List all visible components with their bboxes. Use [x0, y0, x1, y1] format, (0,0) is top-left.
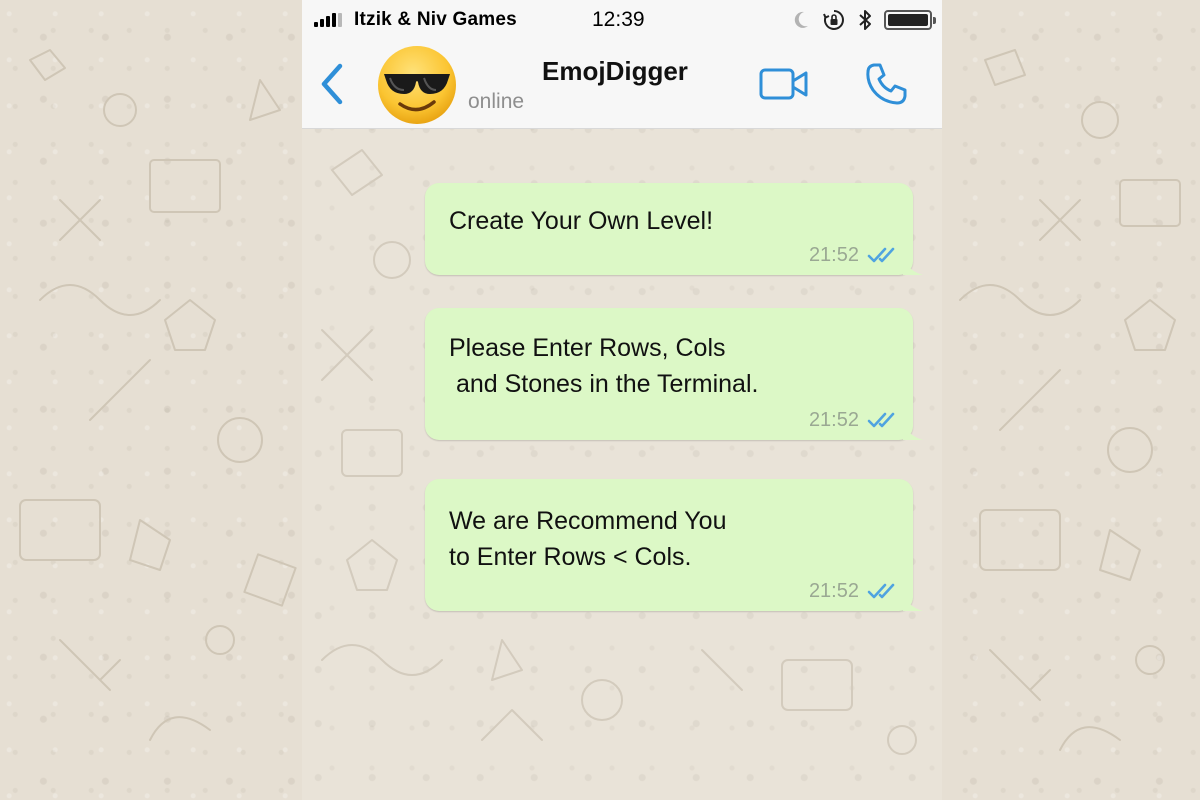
bluetooth-icon [859, 10, 871, 30]
chat-screen: Itzik & Niv Games 12:39 EmojDigger onlin… [302, 0, 942, 800]
message-time: 21:52 [808, 409, 859, 431]
battery-icon [884, 10, 936, 30]
message-text: Create Your Own Level! [449, 207, 714, 235]
avatar[interactable] [376, 44, 458, 126]
contact-status: online [468, 90, 525, 113]
message-meta: 21:52 [809, 580, 899, 603]
message-time: 21:52 [808, 580, 859, 602]
video-camera-icon[interactable] [758, 64, 810, 104]
rotation-lock-icon [823, 10, 844, 30]
bubble-tail [903, 259, 923, 275]
status-bar: Itzik & Niv Games 12:39 [302, 0, 942, 40]
message-text: We are Recommend You to Enter Rows < Col… [449, 507, 727, 571]
phone-icon[interactable] [862, 60, 910, 108]
signal-icon [314, 13, 342, 27]
message-bubble[interactable]: Create Your Own Level! 21:52 [425, 183, 923, 275]
message-bubble[interactable]: Please Enter Rows, Cols and Stones in th… [425, 308, 923, 440]
bubble-tail [903, 424, 923, 440]
moon-icon [794, 11, 808, 28]
double-check-icon [867, 583, 895, 598]
message-time: 21:52 [808, 244, 859, 266]
message-meta: 21:52 [809, 409, 899, 432]
battery-fill [888, 14, 928, 26]
status-icons [792, 8, 936, 32]
chevron-left-icon[interactable] [314, 58, 354, 110]
carrier-name: Itzik & Niv Games [354, 9, 517, 30]
double-check-icon [867, 247, 895, 262]
chat-header: EmojDigger online [302, 40, 942, 129]
bubble-tail [903, 595, 923, 611]
status-time: 12:39 [592, 8, 645, 31]
message-text: Please Enter Rows, Cols and Stones in th… [449, 334, 759, 398]
message-bubble[interactable]: We are Recommend You to Enter Rows < Col… [425, 479, 923, 611]
message-meta: 21:52 [809, 244, 899, 267]
contact-name[interactable]: EmojDigger [542, 56, 688, 87]
double-check-icon [867, 412, 895, 427]
